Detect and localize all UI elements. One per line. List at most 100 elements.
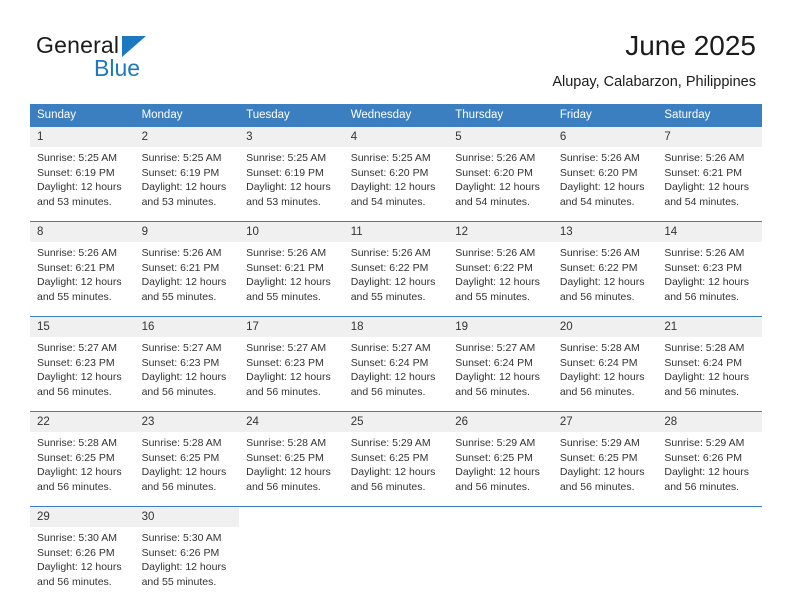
calendar-body: 1 Sunrise: 5:25 AM Sunset: 6:19 PM Daylight… xyxy=(30,126,762,595)
calendar-day-cell[interactable]: 29 Sunrise: 5:30 AM Sunset: 6:26 PM Dayligh… xyxy=(30,506,135,595)
weekday-header-monday: Monday xyxy=(134,104,240,127)
calendar-day-cell[interactable]: 25 Sunrise: 5:29 AM Sunset: 6:25 PM Dayligh… xyxy=(343,411,449,500)
calendar-day-cell[interactable]: 17 Sunrise: 5:27 AM Sunset: 6:23 PM Dayligh… xyxy=(239,316,344,405)
calendar-day-cell[interactable]: 13 Sunrise: 5:26 AM Sunset: 6:22 PM Dayligh… xyxy=(552,221,658,310)
daylight-duration-line2: and 54 minutes. xyxy=(455,195,530,208)
day-number xyxy=(343,507,449,515)
day-sun-info: Sunrise: 5:25 AM Sunset: 6:20 PM Daylight:… xyxy=(344,147,449,209)
daylight-duration-line2: and 56 minutes. xyxy=(559,385,635,398)
daylight-duration-line2: and 56 minutes. xyxy=(37,575,112,588)
calendar-week-row: 8 Sunrise: 5:26 AM Sunset: 6:21 PM Daylight… xyxy=(30,221,762,310)
day-sun-info: Sunrise: 5:29 AM Sunset: 6:25 PM Daylight:… xyxy=(448,432,553,494)
daylight-duration-line1: Daylight: 12 hours xyxy=(559,371,645,384)
day-sun-info: Sunrise: 5:28 AM Sunset: 6:24 PM Daylight:… xyxy=(553,337,658,399)
calendar-day-cell[interactable]: 14 Sunrise: 5:26 AM Sunset: 6:23 PM Dayligh… xyxy=(657,221,762,310)
sunset-time: Sunset: 6:19 PM xyxy=(141,166,220,179)
daylight-duration-line2: and 56 minutes. xyxy=(350,385,426,398)
calendar-day-cell-empty xyxy=(657,506,762,595)
day-sun-info: Sunrise: 5:26 AM Sunset: 6:23 PM Daylight:… xyxy=(657,242,762,304)
sunset-time: Sunset: 6:21 PM xyxy=(141,261,220,274)
sunrise-time: Sunrise: 5:28 AM xyxy=(141,437,222,449)
calendar-day-cell[interactable]: 4 Sunrise: 5:25 AM Sunset: 6:20 PM Daylight… xyxy=(343,126,449,215)
calendar-day-cell[interactable]: 22 Sunrise: 5:28 AM Sunset: 6:25 PM Dayligh… xyxy=(30,411,135,500)
sunset-time: Sunset: 6:23 PM xyxy=(664,261,743,274)
calendar-day-cell[interactable]: 30 Sunrise: 5:30 AM Sunset: 6:26 PM Dayligh… xyxy=(134,506,240,595)
calendar-day-cell[interactable]: 23 Sunrise: 5:28 AM Sunset: 6:25 PM Dayligh… xyxy=(134,411,240,500)
daylight-duration-line1: Daylight: 12 hours xyxy=(141,561,227,574)
daylight-duration-line2: and 56 minutes. xyxy=(246,385,321,398)
daylight-duration-line1: Daylight: 12 hours xyxy=(664,181,750,194)
day-number: 28 xyxy=(657,412,762,432)
sunset-time: Sunset: 6:21 PM xyxy=(37,261,115,274)
sunrise-time: Sunrise: 5:27 AM xyxy=(455,342,536,354)
calendar-day-cell[interactable]: 6 Sunrise: 5:26 AM Sunset: 6:20 PM Daylight… xyxy=(552,126,658,215)
day-sun-info: Sunrise: 5:26 AM Sunset: 6:21 PM Daylight:… xyxy=(239,242,344,304)
day-number: 20 xyxy=(552,317,658,337)
general-blue-logo[interactable]: General Blue xyxy=(36,32,216,84)
calendar-day-cell[interactable]: 12 Sunrise: 5:26 AM Sunset: 6:22 PM Dayligh… xyxy=(448,221,553,310)
daylight-duration-line1: Daylight: 12 hours xyxy=(350,466,436,479)
daylight-duration-line2: and 56 minutes. xyxy=(664,385,740,398)
calendar-day-cell[interactable]: 10 Sunrise: 5:26 AM Sunset: 6:21 PM Dayligh… xyxy=(239,221,344,310)
calendar-day-cell[interactable]: 8 Sunrise: 5:26 AM Sunset: 6:21 PM Daylight… xyxy=(30,221,135,310)
day-number: 15 xyxy=(30,317,135,337)
location-subtitle: Alupay, Calabarzon, Philippines xyxy=(552,74,756,90)
calendar-day-cell[interactable]: 18 Sunrise: 5:27 AM Sunset: 6:24 PM Dayligh… xyxy=(343,316,449,405)
calendar-day-cell[interactable]: 11 Sunrise: 5:26 AM Sunset: 6:22 PM Dayligh… xyxy=(343,221,449,310)
calendar-day-cell[interactable]: 3 Sunrise: 5:25 AM Sunset: 6:19 PM Daylight… xyxy=(239,126,344,215)
calendar-day-cell[interactable]: 26 Sunrise: 5:29 AM Sunset: 6:25 PM Dayligh… xyxy=(448,411,553,500)
sunset-time: Sunset: 6:25 PM xyxy=(455,451,533,464)
daylight-duration-line2: and 56 minutes. xyxy=(664,290,740,303)
day-sun-info: Sunrise: 5:27 AM Sunset: 6:24 PM Daylight:… xyxy=(448,337,553,399)
sunrise-time: Sunrise: 5:25 AM xyxy=(350,152,431,164)
calendar-day-cell[interactable]: 5 Sunrise: 5:26 AM Sunset: 6:20 PM Daylight… xyxy=(448,126,553,215)
daylight-duration-line2: and 54 minutes. xyxy=(664,195,740,208)
day-sun-info: Sunrise: 5:28 AM Sunset: 6:25 PM Daylight:… xyxy=(135,432,240,494)
calendar-day-cell[interactable]: 7 Sunrise: 5:26 AM Sunset: 6:21 PM Daylight… xyxy=(657,126,762,215)
sunset-time: Sunset: 6:25 PM xyxy=(350,451,429,464)
calendar-day-cell[interactable]: 21 Sunrise: 5:28 AM Sunset: 6:24 PM Dayligh… xyxy=(657,316,762,405)
day-number: 17 xyxy=(239,317,344,337)
sunrise-time: Sunrise: 5:28 AM xyxy=(246,437,327,449)
calendar-day-cell[interactable]: 20 Sunrise: 5:28 AM Sunset: 6:24 PM Dayligh… xyxy=(552,316,658,405)
day-number: 5 xyxy=(448,127,553,147)
calendar-day-cell[interactable]: 15 Sunrise: 5:27 AM Sunset: 6:23 PM Dayligh… xyxy=(30,316,135,405)
day-number: 18 xyxy=(343,317,449,337)
calendar-day-cell[interactable]: 1 Sunrise: 5:25 AM Sunset: 6:19 PM Daylight… xyxy=(30,126,135,215)
daylight-duration-line2: and 55 minutes. xyxy=(350,290,426,303)
calendar-day-cell[interactable]: 27 Sunrise: 5:29 AM Sunset: 6:25 PM Dayligh… xyxy=(552,411,658,500)
calendar-day-cell[interactable]: 24 Sunrise: 5:28 AM Sunset: 6:25 PM Dayligh… xyxy=(239,411,344,500)
sunset-time: Sunset: 6:22 PM xyxy=(350,261,429,274)
logo-text-blue: Blue xyxy=(94,55,141,81)
calendar-week-row: 29 Sunrise: 5:30 AM Sunset: 6:26 PM Dayligh… xyxy=(30,506,762,595)
day-sun-info: Sunrise: 5:26 AM Sunset: 6:22 PM Daylight:… xyxy=(448,242,553,304)
calendar-container: Sunday Monday Tuesday Wednesday Thursday… xyxy=(30,104,762,595)
calendar-day-cell[interactable]: 2 Sunrise: 5:25 AM Sunset: 6:19 PM Daylight… xyxy=(134,126,240,215)
day-number: 7 xyxy=(657,127,762,147)
sunset-time: Sunset: 6:24 PM xyxy=(350,356,429,369)
sunset-time: Sunset: 6:19 PM xyxy=(246,166,324,179)
sunrise-time: Sunrise: 5:26 AM xyxy=(350,247,431,259)
daylight-duration-line2: and 56 minutes. xyxy=(37,385,112,398)
sunset-time: Sunset: 6:25 PM xyxy=(37,451,115,464)
sunset-time: Sunset: 6:23 PM xyxy=(141,356,220,369)
daylight-duration-line2: and 56 minutes. xyxy=(141,480,217,493)
calendar-day-cell[interactable]: 19 Sunrise: 5:27 AM Sunset: 6:24 PM Dayligh… xyxy=(448,316,553,405)
day-number xyxy=(657,507,762,515)
weekday-header-thursday: Thursday xyxy=(448,104,553,127)
calendar-day-cell-empty xyxy=(239,506,344,595)
daylight-duration-line1: Daylight: 12 hours xyxy=(664,466,750,479)
sunrise-time: Sunrise: 5:29 AM xyxy=(350,437,431,449)
day-sun-info: Sunrise: 5:25 AM Sunset: 6:19 PM Daylight:… xyxy=(135,147,240,209)
sunset-time: Sunset: 6:20 PM xyxy=(455,166,533,179)
day-number: 22 xyxy=(30,412,135,432)
calendar-day-cell[interactable]: 16 Sunrise: 5:27 AM Sunset: 6:23 PM Dayligh… xyxy=(134,316,240,405)
sunrise-time: Sunrise: 5:26 AM xyxy=(559,152,640,164)
calendar-day-cell[interactable]: 9 Sunrise: 5:26 AM Sunset: 6:21 PM Daylight… xyxy=(134,221,240,310)
weekday-header-tuesday: Tuesday xyxy=(239,104,344,127)
day-sun-info: Sunrise: 5:26 AM Sunset: 6:22 PM Daylight:… xyxy=(553,242,658,304)
calendar-day-cell[interactable]: 28 Sunrise: 5:29 AM Sunset: 6:26 PM Dayligh… xyxy=(657,411,762,500)
day-number: 29 xyxy=(30,507,135,527)
daylight-duration-line2: and 56 minutes. xyxy=(37,480,112,493)
day-number: 1 xyxy=(30,127,135,147)
